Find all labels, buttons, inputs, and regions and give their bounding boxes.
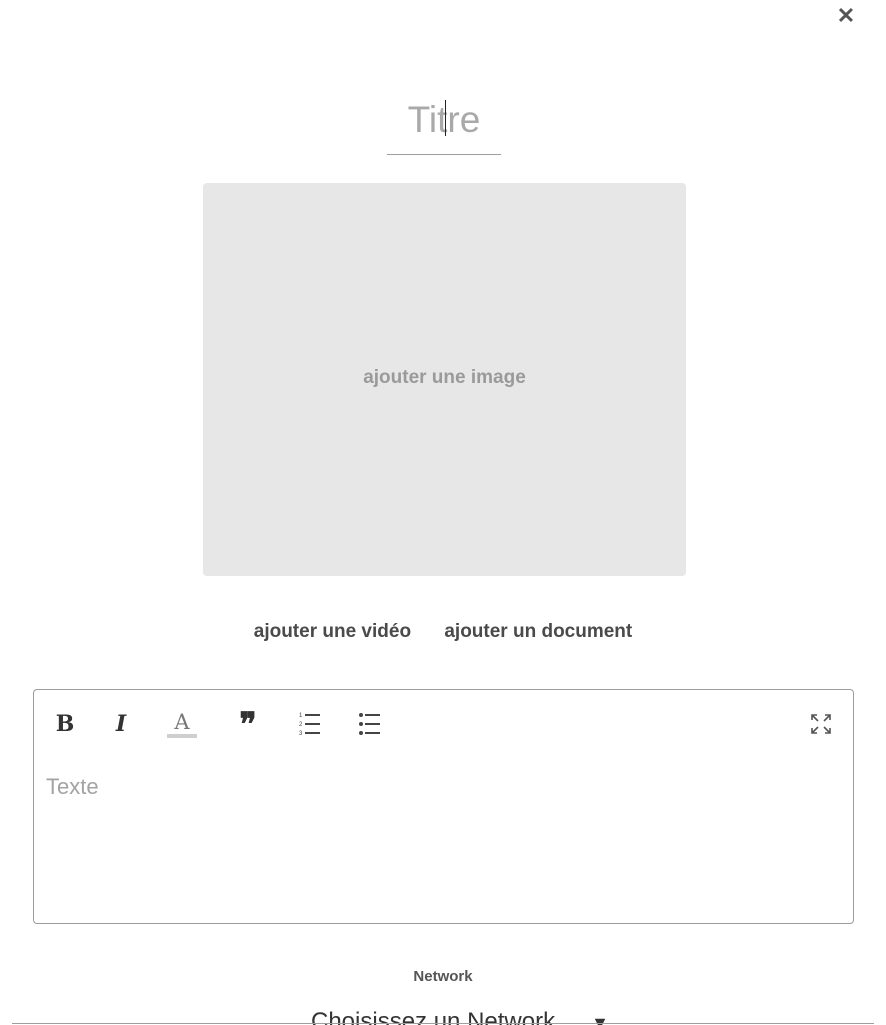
svg-text:2: 2 bbox=[299, 722, 303, 728]
text-caret bbox=[445, 100, 446, 136]
quote-button[interactable]: ❞ bbox=[232, 706, 264, 742]
network-select-underline bbox=[12, 1023, 874, 1024]
editor-toolbar: B I A ❞ 1 2 3 bbox=[52, 706, 835, 742]
ordered-list-button[interactable]: 1 2 3 bbox=[296, 706, 324, 742]
fullscreen-icon bbox=[811, 714, 831, 734]
add-document-link[interactable]: ajouter un document bbox=[444, 620, 632, 644]
unordered-list-button[interactable] bbox=[356, 706, 384, 742]
add-image-label: ajouter une image bbox=[363, 366, 526, 388]
ordered-list-icon: 1 2 3 bbox=[299, 713, 320, 737]
text-color-button[interactable]: A bbox=[166, 706, 198, 742]
title-input[interactable] bbox=[387, 92, 501, 148]
text-color-icon: A bbox=[174, 709, 190, 734]
text-editor[interactable]: B I A ❞ 1 2 3 Texte bbox=[33, 689, 854, 924]
svg-text:1: 1 bbox=[299, 713, 303, 719]
media-links: ajouter une vidéo ajouter un document bbox=[0, 620, 886, 644]
italic-button[interactable]: I bbox=[108, 706, 134, 742]
post-editor-modal: ✕ ajouter une image ajouter une vidéo aj… bbox=[0, 0, 886, 1025]
add-image-dropzone[interactable]: ajouter une image bbox=[203, 183, 686, 576]
add-video-link[interactable]: ajouter une vidéo bbox=[254, 620, 411, 644]
bold-button[interactable]: B bbox=[52, 706, 78, 742]
network-label: Network bbox=[413, 968, 473, 985]
unordered-list-icon bbox=[359, 713, 380, 735]
title-field-wrapper bbox=[387, 92, 501, 155]
editor-placeholder: Texte bbox=[46, 774, 99, 799]
fullscreen-button[interactable] bbox=[807, 706, 835, 742]
text-color-underline bbox=[167, 733, 197, 738]
close-icon[interactable]: ✕ bbox=[834, 4, 858, 28]
svg-text:3: 3 bbox=[299, 731, 303, 737]
